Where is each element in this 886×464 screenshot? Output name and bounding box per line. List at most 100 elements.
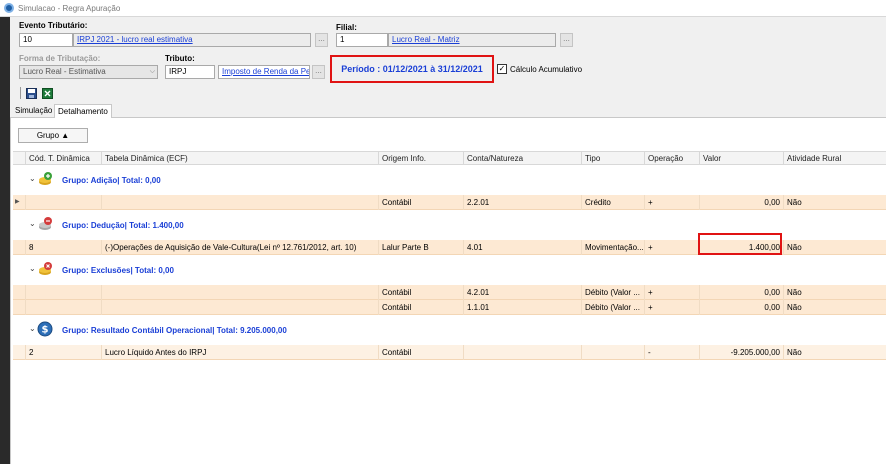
cell-tabela [101,195,378,210]
col-operacao[interactable]: Operação [644,152,699,165]
group-row-adicao[interactable]: ⌄ Grupo: Adição| Total: 0,00 [13,165,886,195]
cell-conta: 2.2.01 [463,195,581,210]
table-row[interactable]: ▶ Contábil 2.2.01 Crédito + 0,00 Não [13,195,886,210]
col-origem[interactable]: Origem Info. [378,152,463,165]
cell-tipo: Crédito [581,195,644,210]
group-title: Grupo: Exclusões| Total: 0,00 [62,266,174,275]
cell-valor: 0,00 [699,300,783,315]
col-tabela[interactable]: Tabela Dinâmica (ECF) [101,152,378,165]
row-indicator-icon: ▶ [15,199,20,205]
table-row[interactable]: Contábil 1.1.01 Débito (Valor ... + 0,00… [13,300,886,315]
exclusion-coins-icon [39,262,52,275]
cell-conta: 1.1.01 [463,300,581,315]
col-codigo[interactable]: Cód. T. Dinâmica [25,152,101,165]
cell-operacao: + [644,240,699,255]
cell-valor: 0,00 [699,285,783,300]
chevron-down-icon[interactable]: ⌄ [29,264,36,273]
cell-conta [463,345,581,360]
cell-tabela: Lucro Líquido Antes do IRPJ [101,345,378,360]
cell-rural: Não [783,300,886,315]
col-atividade-rural[interactable]: Atividade Rural [783,152,886,165]
evento-code-field[interactable]: 10 [19,33,73,47]
group-row-exclusoes[interactable]: ⌄ Grupo: Exclusões| Total: 0,00 [13,255,886,285]
evento-desc-link[interactable]: IRPJ 2021 - lucro real estimativa [73,33,311,47]
cell-codigo [25,195,101,210]
cell-conta: 4.2.01 [463,285,581,300]
cell-valor: 0,00 [699,195,783,210]
periodo-text: Período : 01/12/2021 à 31/12/2021 [341,64,483,74]
export-excel-button[interactable] [41,87,53,99]
group-row-resultado[interactable]: ⌄ $ Grupo: Resultado Contábil Operaciona… [13,315,886,345]
cell-tabela [101,285,378,300]
chevron-down-icon[interactable]: ⌄ [29,324,36,333]
cell-rural: Não [783,240,886,255]
cell-codigo [25,285,101,300]
tab-simulacao[interactable]: Simulação [12,104,55,118]
save-icon [25,87,37,99]
cell-tipo: Movimentação... [581,240,644,255]
cell-operacao: + [644,195,699,210]
tab-strip: Simulação Detalhamento [10,102,886,118]
detalhamento-grid: Cód. T. Dinâmica Tabela Dinâmica (ECF) O… [13,151,886,360]
plus-coins-icon [39,172,52,185]
tributo-lookup-button[interactable]: ... [312,65,325,79]
filial-lookup-button[interactable]: ... [560,33,573,47]
group-by-button[interactable]: Grupo ▲ [18,128,88,143]
table-row[interactable]: Contábil 4.2.01 Débito (Valor ... + 0,00… [13,285,886,300]
calculo-acumulativo-checkbox[interactable]: ✓ [497,64,507,74]
filter-form: Evento Tributário: 10 IRPJ 2021 - lucro … [10,17,886,85]
grid-header: Cód. T. Dinâmica Tabela Dinâmica (ECF) O… [13,151,886,165]
evento-lookup-button[interactable]: ... [315,33,328,47]
cell-origem: Contábil [378,300,463,315]
cell-origem: Contábil [378,195,463,210]
cell-origem: Lalur Parte B [378,240,463,255]
cell-tipo: Débito (Valor ... [581,285,644,300]
cell-valor: -9.205.000,00 [699,345,783,360]
toolbar-separator [20,87,21,99]
cell-codigo: 2 [25,345,101,360]
cell-rural: Não [783,345,886,360]
chevron-down-icon: ⌵ [149,68,155,75]
minus-coins-icon [39,217,52,230]
cell-operacao: + [644,300,699,315]
col-valor[interactable]: Valor [699,152,783,165]
forma-tributacao-value: Lucro Real - Estimativa [23,67,106,76]
group-title: Grupo: Adição| Total: 0,00 [62,176,161,185]
tributo-desc-link[interactable]: Imposto de Renda da Pe [218,65,310,79]
cell-tipo [581,345,644,360]
col-conta[interactable]: Conta/Natureza [463,152,581,165]
cell-operacao: + [644,285,699,300]
filial-code-field[interactable]: 1 [336,33,388,47]
dollar-icon: $ [37,321,53,337]
forma-tributacao-select[interactable]: Lucro Real - Estimativa ⌵ [19,65,158,79]
cell-tabela [101,300,378,315]
table-row[interactable]: 2 Lucro Líquido Antes do IRPJ Contábil -… [13,345,886,360]
cell-tipo: Débito (Valor ... [581,300,644,315]
tab-detalhamento[interactable]: Detalhamento [54,104,112,118]
group-title: Grupo: Dedução| Total: 1.400,00 [62,221,184,230]
chevron-down-icon[interactable]: ⌄ [29,174,36,183]
forma-tributacao-label: Forma de Tributação: [19,54,101,63]
chevron-down-icon[interactable]: ⌄ [29,219,36,228]
toolbar [10,85,886,101]
cell-origem: Contábil [378,345,463,360]
save-button[interactable] [25,87,37,99]
window-titlebar: Simulacao - Regra Apuração [0,0,886,17]
cell-operacao: - [644,345,699,360]
cell-rural: Não [783,285,886,300]
cell-codigo [25,300,101,315]
cell-codigo: 8 [25,240,101,255]
tributo-code-field[interactable]: IRPJ [165,65,215,79]
excel-icon [41,87,53,99]
cell-rural: Não [783,195,886,210]
col-tipo[interactable]: Tipo [581,152,644,165]
valor-highlight-box [698,233,782,255]
filial-desc-link[interactable]: Lucro Real - Matriz [388,33,556,47]
filial-label: Filial: [336,23,357,32]
detalhamento-panel: Grupo ▲ Cód. T. Dinâmica Tabela Dinâmica… [10,118,886,464]
cell-origem: Contábil [378,285,463,300]
group-title: Grupo: Resultado Contábil Operacional| T… [62,326,287,335]
left-gutter [0,17,10,464]
app-icon [4,3,14,13]
cell-tabela: (-)Operações de Aquisição de Vale-Cultur… [101,240,378,255]
